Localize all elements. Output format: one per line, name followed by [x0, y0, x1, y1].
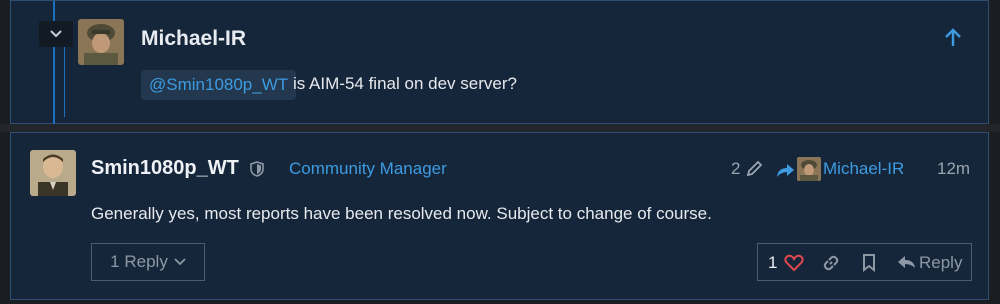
heart-icon[interactable]	[784, 254, 804, 272]
collapse-button[interactable]	[39, 21, 73, 47]
username[interactable]: Smin1080p_WT	[91, 157, 239, 180]
soldier-avatar-icon	[78, 19, 124, 65]
replies-label: 1 Reply	[110, 252, 168, 271]
chevron-down-icon	[50, 30, 62, 38]
post-body: Generally yes, most reports have been re…	[91, 204, 712, 223]
reply-button[interactable]: Reply	[919, 253, 962, 273]
reply-to-username[interactable]: Michael-IR	[823, 159, 904, 179]
post-timestamp[interactable]: 12m	[937, 159, 970, 179]
arrow-up-icon[interactable]	[944, 28, 962, 48]
user-role[interactable]: Community Manager	[289, 159, 447, 179]
soldier-avatar-icon	[797, 157, 821, 181]
shield-icon	[250, 161, 264, 177]
pencil-icon[interactable]	[745, 160, 763, 178]
like-count[interactable]: 1	[768, 253, 777, 273]
post-actions: 1 Reply	[757, 243, 972, 281]
reply-icon[interactable]	[897, 254, 917, 270]
thread-line	[53, 1, 55, 125]
link-icon[interactable]	[822, 254, 840, 272]
divider	[0, 124, 1000, 132]
avatar[interactable]	[30, 150, 76, 196]
quoted-post-card: Michael-IR @Smin1080p_WT is AIM-54 final…	[10, 0, 989, 125]
share-arrow-icon	[777, 164, 794, 177]
post-card: Smin1080p_WT Community Manager 2 Michael…	[10, 132, 989, 300]
quoted-text: is AIM-54 final on dev server?	[293, 74, 517, 93]
quoted-username[interactable]: Michael-IR	[141, 27, 246, 51]
reply-to-avatar[interactable]	[797, 157, 821, 181]
edit-count[interactable]: 2	[731, 159, 740, 179]
bookmark-icon[interactable]	[862, 254, 876, 272]
chevron-down-icon	[174, 258, 186, 266]
user-mention[interactable]: @Smin1080p_WT	[141, 70, 297, 100]
show-replies-button[interactable]: 1 Reply	[91, 243, 205, 281]
avatar[interactable]	[78, 19, 124, 65]
thread-line-inner	[64, 47, 65, 117]
person-avatar-icon	[30, 150, 76, 196]
